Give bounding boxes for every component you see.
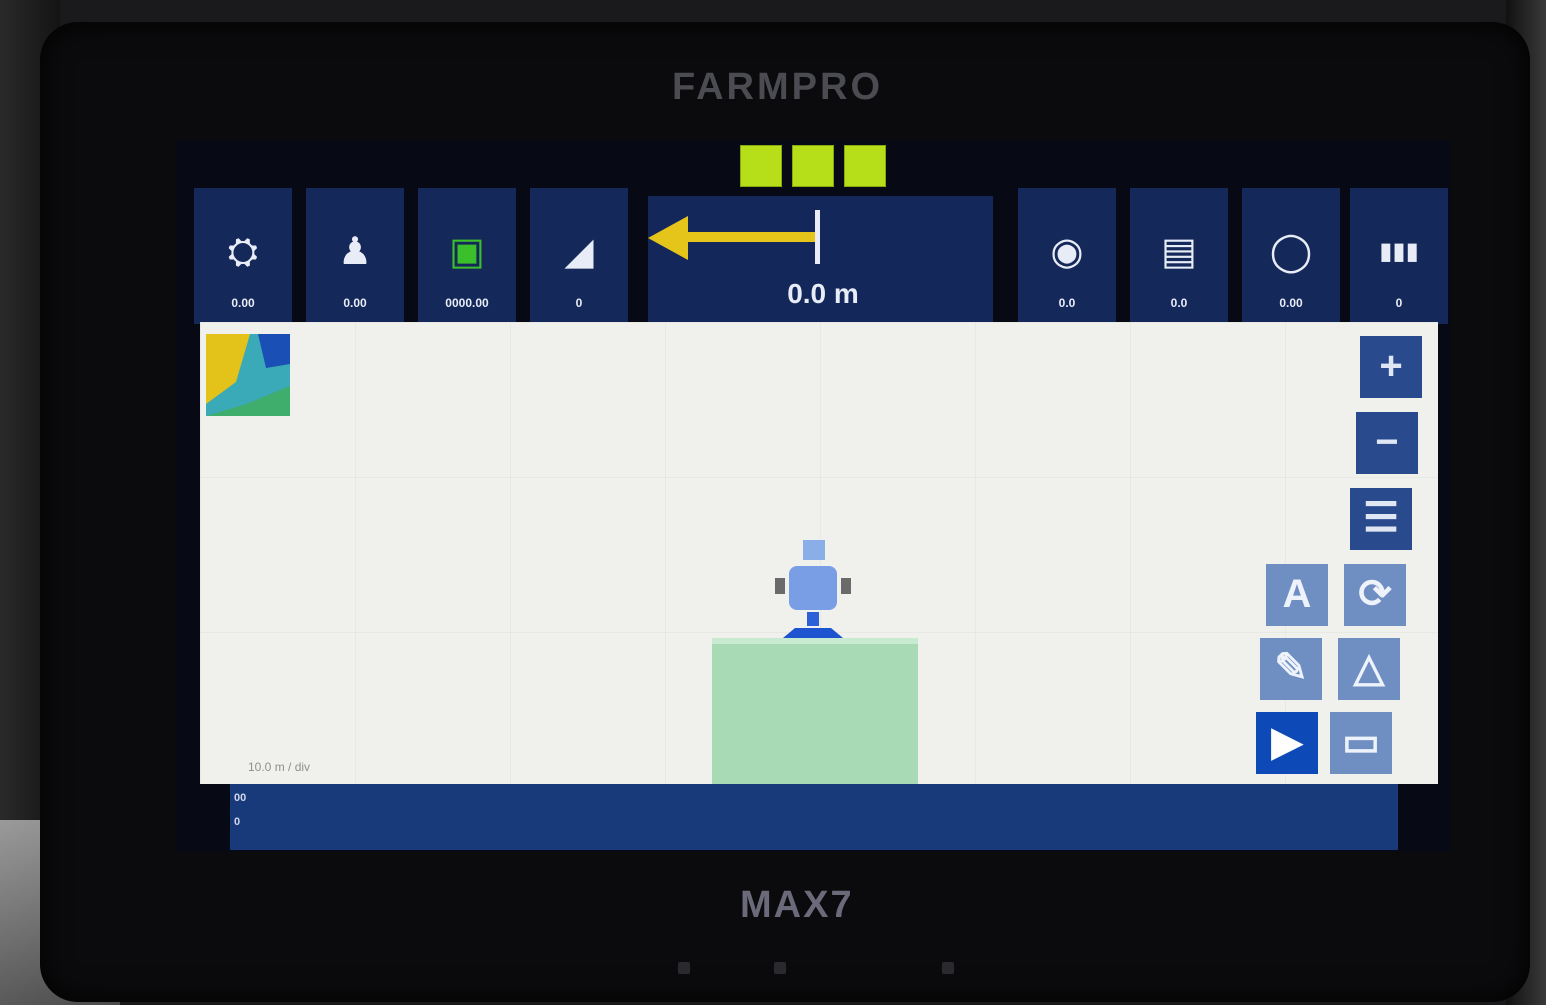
play-button[interactable]: ▶ xyxy=(1256,712,1318,774)
brand-logo: FARMPRO xyxy=(672,66,883,108)
cross-track-offset: 0.0 m xyxy=(787,278,859,309)
tile-gps[interactable]: ◯ 0.00 xyxy=(1242,188,1340,324)
tile-section-control[interactable]: ▣ 0000.00 xyxy=(418,188,516,324)
section-control-icon: ▣ xyxy=(449,231,485,273)
bottom-status-bar: 00 0 xyxy=(230,784,1398,850)
guidance-indicator: 0.0 m xyxy=(648,196,993,324)
boundary-button[interactable]: △ xyxy=(1338,638,1400,700)
status-indicators xyxy=(740,145,890,187)
arrow-shaft xyxy=(683,232,818,242)
tractor-icon xyxy=(775,540,851,638)
status-line-2: 0 xyxy=(234,816,241,828)
edit-line-button[interactable]: ✎ xyxy=(1260,638,1322,700)
rotate-view-button[interactable]: ⟳ xyxy=(1344,564,1406,626)
tile-nozzle[interactable]: ♟ 0.00 xyxy=(306,188,404,324)
gps-signal-icon: ◯ xyxy=(1269,231,1313,273)
left-arrow-icon xyxy=(648,216,688,260)
model-label: MAX7 xyxy=(740,884,854,926)
nozzle-icon: ♟ xyxy=(337,231,373,273)
top-toolbar: ⛭ 0.00 ♟ 0.00 ▣ 0000.00 ◢ 0 0.0 m ◉ 0.0 … xyxy=(190,188,1450,324)
tile-value: 0.00 xyxy=(231,296,255,310)
auto-steer-button[interactable]: A xyxy=(1266,564,1328,626)
device-button[interactable] xyxy=(678,962,690,974)
device-button[interactable] xyxy=(774,962,786,974)
tile-value: 0 xyxy=(1395,296,1403,310)
status-line-1: 00 xyxy=(234,792,247,804)
status-led xyxy=(844,145,886,187)
minimap-graphic xyxy=(206,334,290,416)
tile-terrain[interactable]: ◢ 0 xyxy=(530,188,628,324)
tile-speed[interactable]: ◉ 0.0 xyxy=(1018,188,1116,324)
minimap[interactable] xyxy=(206,334,290,416)
sprayer-icon: ⛭ xyxy=(227,231,259,273)
tile-boom-sections[interactable]: ▮▮▮ 0 xyxy=(1350,188,1448,324)
tile-value: 0.00 xyxy=(343,296,367,310)
terrain-icon: ◢ xyxy=(564,231,594,273)
zoom-out-button[interactable]: − xyxy=(1356,412,1418,474)
tile-value: 0 xyxy=(575,296,583,310)
applied-coverage-area xyxy=(712,638,918,790)
tile-value: 0000.00 xyxy=(445,296,489,310)
field-record-icon: ▤ xyxy=(1161,231,1197,273)
boom-sections-icon: ▮▮▮ xyxy=(1379,238,1419,265)
tile-field-record[interactable]: ▤ 0.0 xyxy=(1130,188,1228,324)
speed-gauge-icon: ◉ xyxy=(1050,231,1084,273)
centerline-marker xyxy=(815,210,820,264)
tile-value: 0.00 xyxy=(1279,296,1303,310)
tile-value: 0.0 xyxy=(1058,296,1076,310)
map-scale-label: 10.0 m / div xyxy=(248,760,311,774)
tile-value: 0.0 xyxy=(1170,296,1188,310)
menu-button[interactable]: ☰ xyxy=(1350,488,1412,550)
tile-sprayer[interactable]: ⛭ 0.00 xyxy=(194,188,292,324)
device-button[interactable] xyxy=(942,962,954,974)
status-led xyxy=(792,145,834,187)
settings-panel-button[interactable]: ▭ xyxy=(1330,712,1392,774)
status-led xyxy=(740,145,782,187)
zoom-in-button[interactable]: + xyxy=(1360,336,1422,398)
field-map-view[interactable]: 10.0 m / div + − ☰ A ⟳ ✎ △ ▶ ▭ xyxy=(200,322,1438,790)
device-button-row xyxy=(670,962,990,982)
